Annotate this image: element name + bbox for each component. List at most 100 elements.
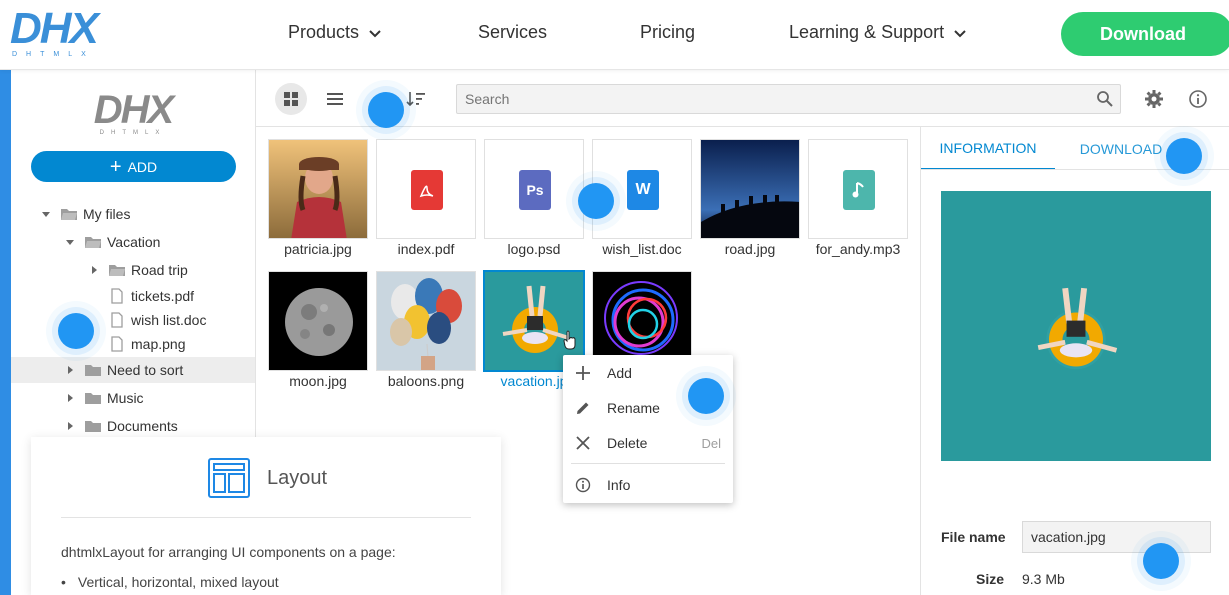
tree-item-road-trip[interactable]: Road trip bbox=[11, 257, 255, 283]
site-logo-subtext: DHTMLX bbox=[12, 51, 95, 58]
caret-right-icon[interactable] bbox=[65, 365, 75, 375]
search-input[interactable] bbox=[457, 85, 1087, 113]
file-icon bbox=[111, 336, 123, 352]
file-name: for_andy.mp3 bbox=[815, 241, 901, 257]
nav-services-label: Services bbox=[478, 22, 548, 42]
caret-down-icon[interactable] bbox=[65, 237, 75, 247]
tree-item-tickets-pdf[interactable]: tickets.pdf bbox=[11, 283, 255, 309]
close-icon bbox=[574, 434, 592, 452]
caret-right-icon[interactable] bbox=[65, 393, 75, 403]
folder-icon bbox=[85, 365, 101, 376]
site-logo-text: DHX bbox=[10, 4, 99, 53]
file-icon bbox=[111, 312, 123, 328]
sort-button[interactable] bbox=[400, 83, 432, 115]
file-name: patricia.jpg bbox=[284, 241, 352, 257]
list-icon bbox=[327, 93, 343, 105]
folder-icon bbox=[85, 421, 101, 432]
layout-card-bullet: • Vertical, horizontal, mixed layout bbox=[61, 574, 279, 590]
nav-learning-support-label: Learning & Support bbox=[789, 22, 945, 42]
tree-item-wish-list-doc[interactable]: wish list.doc bbox=[11, 307, 255, 333]
file-tile-for-andy-mp3[interactable] bbox=[808, 139, 908, 239]
left-accent-bar bbox=[0, 70, 11, 595]
tree-item-music[interactable]: Music bbox=[11, 385, 255, 411]
tree-item-label: My files bbox=[83, 206, 131, 222]
tree-item-label: tickets.pdf bbox=[131, 288, 195, 304]
plus-icon: + bbox=[109, 155, 122, 178]
sort-icon bbox=[406, 92, 425, 107]
download-button[interactable]: Download bbox=[1061, 12, 1229, 56]
caret-down-icon[interactable] bbox=[41, 209, 51, 219]
nav-pricing[interactable]: Pricing bbox=[640, 22, 695, 43]
chevron-down-icon bbox=[369, 29, 381, 37]
tree-item-label: Vacation bbox=[107, 234, 161, 250]
context-menu-delete[interactable]: Delete Del bbox=[563, 426, 733, 460]
list-view-button[interactable] bbox=[319, 83, 351, 115]
folder-open-icon bbox=[61, 209, 77, 220]
grid-view-button[interactable] bbox=[275, 83, 307, 115]
file-name-field[interactable] bbox=[1022, 521, 1211, 553]
size-label: Size bbox=[976, 571, 1005, 587]
layout-card: Layout dhtmlxLayout for arranging UI com… bbox=[31, 437, 501, 595]
tree-item-label: wish list.doc bbox=[131, 312, 207, 328]
hotspot-indicator bbox=[1166, 138, 1202, 174]
file-tile-road[interactable] bbox=[700, 139, 800, 239]
add-button[interactable]: + ADD bbox=[31, 151, 236, 182]
search-box bbox=[456, 84, 1121, 114]
photo-thumbnail bbox=[269, 272, 367, 370]
settings-button[interactable] bbox=[1138, 83, 1170, 115]
nav-products[interactable]: Products bbox=[288, 22, 383, 43]
site-logo[interactable]: DHX DHTMLX bbox=[10, 4, 99, 60]
file-tile-moon[interactable] bbox=[268, 271, 368, 371]
photo-thumbnail bbox=[701, 140, 799, 238]
site-header: DHX DHTMLX Products Services Pricing Lea… bbox=[0, 0, 1229, 70]
file-name: baloons.png bbox=[387, 373, 465, 389]
tree-item-label: map.png bbox=[131, 336, 186, 352]
context-menu-hotkey: Del bbox=[701, 435, 721, 451]
music-icon bbox=[843, 170, 875, 210]
context-menu-label: Info bbox=[607, 477, 631, 493]
file-tile-baloons[interactable] bbox=[376, 271, 476, 371]
nav-pricing-label: Pricing bbox=[640, 22, 696, 42]
folder-icon bbox=[85, 393, 101, 404]
tree-item-map-png[interactable]: map.png bbox=[11, 331, 255, 357]
file-tile-index-pdf[interactable] bbox=[376, 139, 476, 239]
context-menu-label: Rename bbox=[607, 400, 660, 416]
photo-thumbnail bbox=[377, 272, 475, 370]
file-name: wish_list.doc bbox=[602, 241, 682, 257]
plus-icon bbox=[574, 364, 592, 382]
info-button[interactable] bbox=[1182, 83, 1214, 115]
tab-information[interactable]: INFORMATION bbox=[921, 127, 1055, 170]
chevron-down-icon bbox=[954, 29, 966, 37]
context-menu-info[interactable]: Info bbox=[563, 468, 733, 502]
context-menu-label: Delete bbox=[607, 435, 648, 451]
photo-thumbnail bbox=[269, 140, 367, 238]
pencil-icon bbox=[574, 399, 592, 417]
folder-open-icon bbox=[109, 265, 125, 276]
layout-card-title: Layout bbox=[267, 467, 328, 489]
layout-card-description: dhtmlxLayout for arranging UI components… bbox=[61, 544, 396, 560]
app-logo: DHX DHTMLX bbox=[93, 88, 174, 142]
file-name: logo.psd bbox=[507, 241, 561, 257]
app-logo-text: DHX bbox=[93, 88, 174, 132]
tree-item-label: Road trip bbox=[131, 262, 188, 278]
search-icon[interactable] bbox=[1096, 90, 1114, 108]
file-tile-logo-psd[interactable]: Ps bbox=[484, 139, 584, 239]
tree-item-vacation[interactable]: Vacation bbox=[11, 229, 255, 255]
tree-item-need-to-sort[interactable]: Need to sort bbox=[11, 357, 255, 383]
caret-right-icon[interactable] bbox=[89, 265, 99, 275]
tab-download[interactable]: DOWNLOAD bbox=[1071, 127, 1171, 170]
pdf-icon bbox=[411, 170, 443, 210]
tree-item-my-files[interactable]: My files bbox=[11, 201, 255, 227]
gear-icon bbox=[1145, 90, 1163, 108]
layout-card-divider bbox=[61, 517, 471, 518]
nav-learning-support[interactable]: Learning & Support bbox=[789, 22, 968, 43]
word-icon: W bbox=[627, 170, 659, 210]
tree-item-label: Documents bbox=[107, 418, 178, 434]
layout-icon bbox=[208, 458, 250, 498]
tree-item-documents[interactable]: Documents bbox=[11, 413, 255, 439]
file-name: road.jpg bbox=[724, 241, 776, 257]
tree-item-label: Need to sort bbox=[107, 362, 184, 378]
nav-services[interactable]: Services bbox=[478, 22, 547, 43]
file-tile-patricia[interactable] bbox=[268, 139, 368, 239]
caret-right-icon[interactable] bbox=[65, 421, 75, 431]
